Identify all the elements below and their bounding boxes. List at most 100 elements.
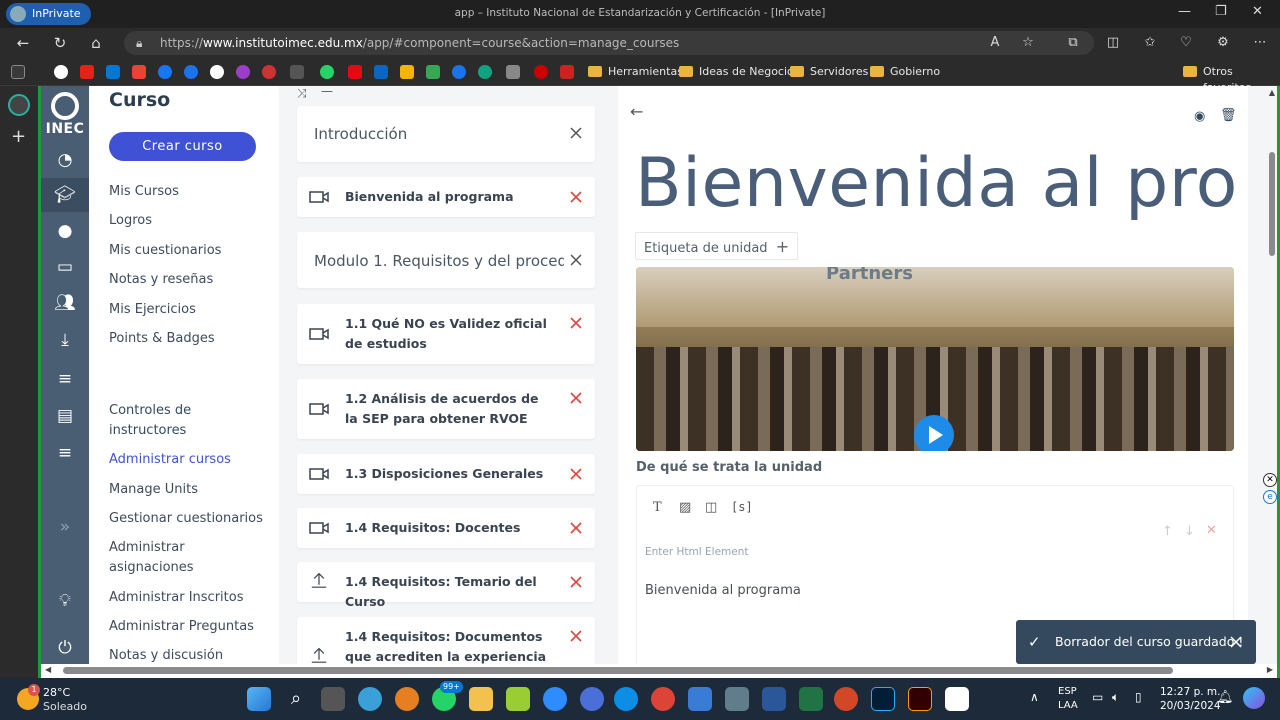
graduation-cap-icon[interactable]: 🎓︎ xyxy=(41,178,89,212)
menu-item-manage-units[interactable]: Manage Units xyxy=(109,480,269,500)
move-down-icon[interactable]: ↓ xyxy=(1184,524,1195,539)
excel-icon[interactable] xyxy=(799,687,823,711)
lesson-card[interactable]: 1.3 Disposiciones Generales xyxy=(297,454,595,494)
favorite-star-icon[interactable]: ☆ xyxy=(1018,33,1038,53)
menu-item-gestionar-cuestionarios[interactable]: Gestionar cuestionarios xyxy=(109,509,269,529)
illustrator-icon[interactable] xyxy=(908,687,932,711)
powerpoint-icon[interactable] xyxy=(834,687,858,711)
edge-taskbar-icon[interactable] xyxy=(614,687,638,711)
columns-tool-icon[interactable]: ◫ xyxy=(705,500,717,515)
close-section-icon[interactable] xyxy=(569,126,583,140)
bookmark-c-favicon[interactable] xyxy=(184,65,198,79)
chrome-icon[interactable] xyxy=(651,687,675,711)
maximize-icon[interactable]: ❐ xyxy=(1215,4,1227,19)
collapse-icon[interactable]: — xyxy=(321,86,333,98)
tab-actions-icon[interactable] xyxy=(11,65,25,79)
menu-item-administrar-inscritos[interactable]: Administrar Inscritos xyxy=(109,588,269,608)
trash-icon[interactable]: 🗑︎ xyxy=(1220,108,1237,123)
favorites-icon[interactable]: ✩ xyxy=(1140,33,1160,53)
notion-icon[interactable] xyxy=(945,687,969,711)
editor-content-text[interactable]: Bienvenida al programa xyxy=(645,583,801,598)
gmail-favicon[interactable] xyxy=(132,65,146,79)
list-menu-icon[interactable]: ≡ xyxy=(41,436,89,470)
bookmark-herramientas[interactable]: Herramientas xyxy=(588,64,683,80)
create-course-button[interactable]: Crear curso xyxy=(109,132,256,161)
unit-title[interactable]: Bienvenida al programa xyxy=(635,144,1235,223)
lesson-card[interactable]: 1.1 Qué NO es Validez oficial de estudio… xyxy=(297,304,595,364)
close-section-icon[interactable] xyxy=(569,253,583,267)
extension-close-icon[interactable]: ✕ xyxy=(1263,473,1277,487)
whatsapp-favicon[interactable] xyxy=(320,65,334,79)
download-tray-icon[interactable]: ⤓ xyxy=(41,323,89,357)
chatgpt-favicon[interactable] xyxy=(478,65,492,79)
browser-essentials-icon[interactable]: ♡ xyxy=(1176,33,1196,53)
netflix-favicon[interactable] xyxy=(348,65,362,79)
clock-time[interactable]: 12:27 p. m. xyxy=(1160,686,1221,698)
notepad-icon[interactable] xyxy=(688,687,712,711)
delete-lesson-icon[interactable] xyxy=(569,575,583,589)
app-icon-globe[interactable] xyxy=(358,687,382,711)
lesson-card[interactable]: Bienvenida al programa xyxy=(297,177,595,217)
menu-item-administrar-asignaciones[interactable]: Administrar asignaciones xyxy=(109,538,219,578)
menu-item-mis-cuestionarios[interactable]: Mis cuestionarios xyxy=(109,241,269,261)
play-button[interactable] xyxy=(914,415,954,451)
scroll-left-icon[interactable]: ◀ xyxy=(45,665,51,674)
collections-icon[interactable]: ⚙ xyxy=(1213,33,1233,53)
delete-lesson-icon[interactable] xyxy=(569,467,583,481)
toast-close-icon[interactable] xyxy=(1230,636,1242,648)
power-icon[interactable]: ⏻ xyxy=(41,631,89,665)
documents-icon[interactable]: ▤ xyxy=(41,399,89,433)
bookmark-ideas-de-negocio[interactable]: Ideas de Negocio xyxy=(679,64,794,80)
facebook-favicon[interactable] xyxy=(158,65,172,79)
remove-element-icon[interactable]: ✕ xyxy=(1206,523,1217,538)
battery-icon[interactable]: ▯ xyxy=(1135,690,1142,704)
file-explorer-icon[interactable] xyxy=(469,687,493,711)
section-card[interactable]: Introducción xyxy=(297,106,595,162)
bookmark-favicon-7[interactable] xyxy=(210,65,224,79)
horizontal-scrollbar[interactable]: ◀ ▶ xyxy=(38,664,1280,678)
bookmark-favicon-18[interactable] xyxy=(506,65,520,79)
linkedin-favicon[interactable] xyxy=(374,65,388,79)
close-window-icon[interactable]: ✕ xyxy=(1252,4,1263,19)
users-group-icon[interactable]: 👥︎ xyxy=(41,286,89,320)
shuffle-icon[interactable]: ⤨ xyxy=(297,86,307,101)
back-arrow-icon[interactable]: ← xyxy=(630,102,643,121)
inec-logo[interactable]: INEC xyxy=(45,90,85,138)
bookmark-gobierno[interactable]: Gobierno xyxy=(870,64,940,80)
read-aloud-icon[interactable]: A xyxy=(985,33,1005,53)
task-view-icon[interactable] xyxy=(321,687,345,711)
app-icon-settings[interactable] xyxy=(580,687,604,711)
bookmark-favicon-16[interactable] xyxy=(452,65,466,79)
bookmark-favicon-15[interactable] xyxy=(426,65,440,79)
zoom-icon[interactable] xyxy=(543,687,567,711)
image-tool-icon[interactable]: ▨ xyxy=(679,500,691,515)
unit-tag-button[interactable]: Etiqueta de unidad + xyxy=(635,232,799,260)
volume-icon[interactable]: 🔈︎ xyxy=(1112,690,1119,705)
minimize-icon[interactable]: — xyxy=(1178,4,1191,19)
refresh-icon[interactable]: ↻ xyxy=(49,32,71,54)
bookmark-servidores[interactable]: Servidores xyxy=(790,64,868,80)
more-menu-icon[interactable]: ⋯ xyxy=(1250,33,1270,53)
clock-date[interactable]: 20/03/2024 xyxy=(1160,700,1221,712)
keyboard-layout[interactable]: LAA xyxy=(1058,700,1078,711)
youtube-favicon[interactable] xyxy=(80,65,94,79)
preview-eye-icon[interactable]: ◉ xyxy=(1194,109,1205,124)
url-field[interactable]: 🔒︎ https://www.institutoimec.edu.mx/app/… xyxy=(124,31,1094,55)
split-screen-icon[interactable]: ◫ xyxy=(1103,33,1123,53)
network-icon[interactable]: ▭ xyxy=(1092,690,1103,704)
drive-favicon[interactable] xyxy=(400,65,414,79)
archive-box-icon[interactable]: ▭ xyxy=(41,250,89,284)
bookmark-favicon-20[interactable] xyxy=(560,65,574,79)
lesson-card[interactable]: 1.4 Requisitos: Docentes xyxy=(297,508,595,548)
active-tab-icon[interactable] xyxy=(8,94,30,116)
bookmark-favicon-10[interactable] xyxy=(290,65,304,79)
move-up-icon[interactable]: ↑ xyxy=(1162,524,1173,539)
word-icon[interactable] xyxy=(762,687,786,711)
menu-item-mis-cursos[interactable]: Mis Cursos xyxy=(109,182,269,202)
new-tab-icon[interactable]: + xyxy=(11,126,26,147)
delete-lesson-icon[interactable] xyxy=(569,190,583,204)
menu-item-administrar-preguntas[interactable]: Administrar Preguntas xyxy=(109,617,269,637)
bookmark-favicon-19[interactable] xyxy=(534,65,548,79)
outlook-favicon[interactable] xyxy=(106,65,120,79)
user-profile-icon[interactable]: ● xyxy=(41,214,89,248)
